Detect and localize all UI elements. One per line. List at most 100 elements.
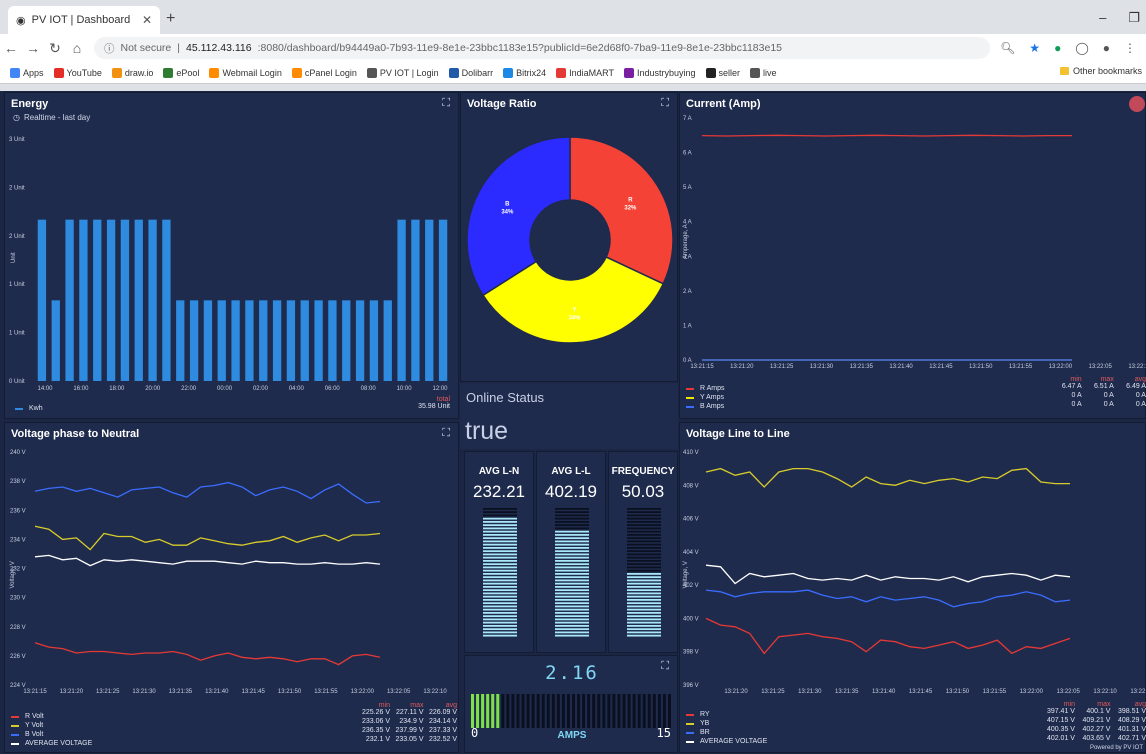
voltage-ratio-chart: R 32% Y 34% B 34% — [466, 136, 674, 344]
legend-item[interactable]: AVERAGE VOLTAGE — [686, 737, 767, 746]
reload-icon[interactable]: ↻ — [44, 40, 66, 57]
bookmark-4[interactable]: Webmail Login — [209, 67, 282, 78]
bookmark-11[interactable]: seller — [705, 67, 741, 78]
bookmark-0[interactable]: Apps — [10, 67, 44, 78]
restore-icon[interactable]: ❐ — [1128, 10, 1140, 26]
url-field[interactable]: ⓘ Not secure | 45.112.43.116:8080/dashbo… — [94, 37, 991, 59]
zoom-icon[interactable]: 🔍︎ — [1000, 41, 1015, 55]
close-tab-icon[interactable]: ✕ — [142, 13, 152, 27]
extension-icon[interactable]: ● — [1054, 41, 1061, 55]
bookmark-9[interactable]: IndiaMART — [556, 67, 614, 78]
online-status-panel: Online Status true — [460, 383, 678, 449]
forward-icon[interactable]: → — [22, 40, 44, 56]
stat-header-max: max — [410, 702, 424, 709]
y-tick: 406 V — [683, 517, 699, 523]
legend-item[interactable]: R Volt — [11, 712, 92, 721]
legend-item[interactable]: Y Amps — [686, 393, 725, 402]
legend-item[interactable]: AVERAGE VOLTAGE — [11, 739, 92, 748]
legend-item[interactable]: Y Volt — [11, 721, 92, 730]
legend-item[interactable]: BR — [686, 728, 767, 737]
bookmark-label: Apps — [23, 67, 44, 78]
online-status-value: true — [465, 417, 509, 445]
legend-label: B Amps — [700, 403, 725, 410]
bookmark-3[interactable]: ePool — [163, 67, 199, 78]
bookmark-8[interactable]: Bitrix24 — [503, 67, 546, 78]
legend-item[interactable]: R Amps — [686, 384, 725, 393]
other-bookmarks[interactable]: Other bookmarks — [1059, 66, 1142, 76]
new-tab-icon[interactable]: + — [166, 10, 175, 28]
meter-segment — [627, 530, 661, 533]
y-tick: 398 V — [683, 650, 699, 656]
bookmark-10[interactable]: Industrybuying — [623, 67, 696, 78]
back-icon[interactable]: ← — [0, 40, 22, 56]
energy-bar — [176, 300, 185, 381]
bookmark-icon — [53, 67, 64, 78]
other-bookmarks-label: Other bookmarks — [1072, 66, 1142, 76]
meter-segment — [555, 511, 589, 514]
x-tick: 13:21:20 — [724, 689, 748, 695]
meter-segment — [483, 589, 517, 592]
meter-segment — [483, 550, 517, 553]
meter-segment — [627, 569, 661, 572]
browser-tab[interactable]: ◉ PV IOT | Dashboard ✕ — [8, 6, 160, 34]
x-tick: 14:00 — [37, 386, 53, 392]
meter-segment — [483, 566, 517, 569]
meter-segment — [555, 615, 589, 618]
online-status-title: Online Status — [466, 390, 545, 405]
legend-item[interactable]: YB — [686, 719, 767, 728]
menu-icon[interactable]: ⋮ — [1124, 41, 1136, 55]
pie-label: Y — [572, 307, 576, 313]
minimize-icon[interactable]: – — [1099, 10, 1106, 26]
meter-segment — [483, 521, 517, 523]
meter-segment — [555, 595, 589, 598]
legend-label: RY — [700, 711, 710, 718]
meter-segment — [555, 579, 589, 582]
stat-min: 0 A — [1071, 401, 1082, 408]
amps-segment — [667, 694, 671, 728]
pie-label: B — [505, 202, 510, 208]
bookmark-label: seller — [718, 67, 741, 78]
y-tick: 228 V — [10, 625, 26, 631]
bookmark-2[interactable]: draw.io — [111, 67, 153, 78]
x-tick: 13:22:15 — [1130, 689, 1146, 695]
bookmark-1[interactable]: YouTube — [53, 67, 102, 78]
stat-min: 397.41 V — [1046, 708, 1075, 715]
stat-row: 225.26 V 227.11 V 226.09 V — [357, 709, 457, 718]
bookmark-label: Webmail Login — [222, 67, 282, 78]
stat-header-max: max — [1100, 376, 1114, 383]
stat-max: 402.27 V — [1082, 726, 1111, 733]
legend-item[interactable]: B Volt — [11, 730, 92, 739]
meter-segment — [627, 560, 661, 562]
profile-icon[interactable]: ● — [1103, 41, 1110, 55]
energy-bar — [203, 300, 213, 381]
legend-item[interactable]: RY — [686, 710, 767, 719]
amps-gauge-panel: ⛶ 2.16 0 15 AMPS — [464, 655, 678, 753]
meter-segment — [555, 618, 589, 621]
bookmark-12[interactable]: live — [750, 67, 777, 78]
current-chart: 0 A1 A2 A3 A4 A5 A6 A7 AAmperage, A13:21… — [683, 116, 1146, 370]
meter-segment — [483, 634, 517, 637]
home-icon[interactable]: ⌂ — [66, 40, 88, 56]
bookmark-6[interactable]: PV IOT | Login — [366, 67, 439, 78]
meter-segment — [483, 582, 517, 585]
y-tick: 2 Unit — [9, 234, 25, 240]
y-tick: 1 Unit — [9, 282, 25, 288]
meter-segment — [627, 634, 661, 637]
series-line — [34, 642, 381, 666]
bookmark-5[interactable]: cPanel Login — [291, 67, 357, 78]
y-tick: 410 V — [683, 450, 699, 456]
bookmark-7[interactable]: Dolibarr — [448, 67, 493, 78]
star-icon[interactable]: ★ — [1029, 41, 1040, 55]
amps-segment — [481, 694, 485, 728]
pocket-icon[interactable]: ◯ — [1075, 41, 1088, 55]
meter-segment — [627, 540, 661, 543]
meter-segment — [483, 579, 517, 582]
legend-item[interactable]: B Amps — [686, 402, 725, 411]
energy-bar — [93, 219, 102, 381]
energy-bar — [231, 300, 240, 381]
x-tick: 13:22:05 — [387, 689, 411, 695]
meter-segment — [483, 534, 517, 536]
meter-segment — [555, 566, 589, 569]
legend-label: YB — [700, 720, 710, 727]
bookmark-icon — [366, 67, 377, 78]
